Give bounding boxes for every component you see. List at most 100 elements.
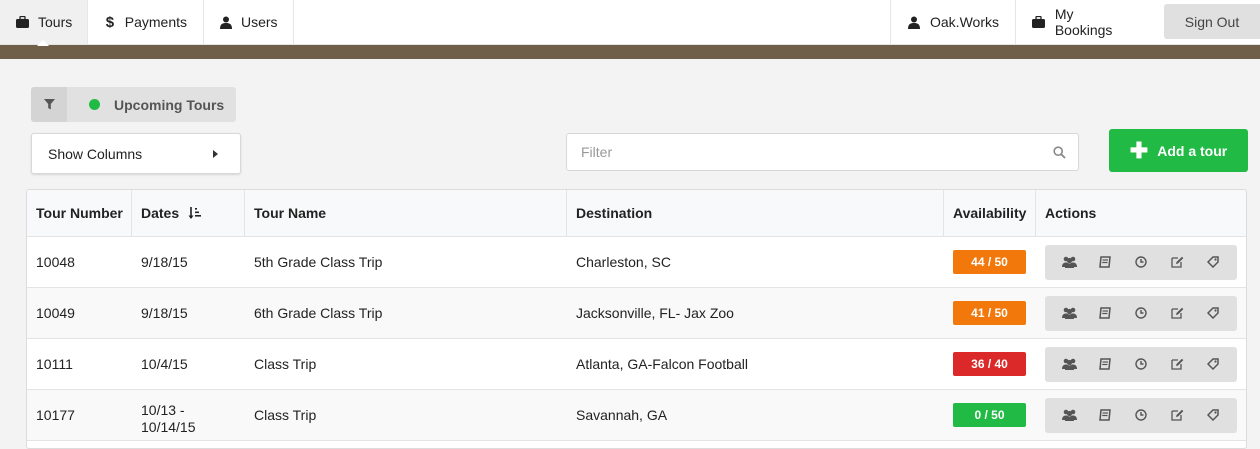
row-actions <box>1045 295 1237 331</box>
nav-users-label: Users <box>241 14 278 30</box>
dollar-icon: $ <box>105 13 115 31</box>
book-icon[interactable] <box>1094 302 1116 324</box>
users-icon[interactable] <box>1058 404 1080 426</box>
nav-account-label: Oak.Works <box>930 14 999 30</box>
users-icon[interactable] <box>1058 302 1080 324</box>
tag-icon[interactable] <box>1202 404 1224 426</box>
tag-icon[interactable] <box>1202 353 1224 375</box>
active-tab-indicator <box>37 40 49 46</box>
table-row[interactable]: 10111 10/4/15 Class Trip Atlanta, GA-Falcon… <box>27 339 1246 390</box>
availability-badge: 36 / 40 <box>953 352 1026 376</box>
user-icon <box>907 15 921 29</box>
actions-cell <box>1036 339 1246 389</box>
nav-payments-label: Payments <box>124 14 187 30</box>
show-columns-dropdown[interactable]: Show Columns <box>31 133 241 174</box>
show-columns-label: Show Columns <box>48 145 143 162</box>
dates-cell: 9/18/15 <box>141 305 188 321</box>
actions-cell <box>1036 237 1246 287</box>
book-icon[interactable] <box>1094 251 1116 273</box>
tour-number-cell: 10048 <box>36 254 75 270</box>
plus-icon: ✚ <box>1129 137 1149 163</box>
col-tour-name[interactable]: Tour Name <box>245 190 567 236</box>
dates-line: 10/14/15 <box>141 419 196 435</box>
sign-out-button[interactable]: Sign Out <box>1164 4 1260 39</box>
users-icon[interactable] <box>1058 251 1080 273</box>
top-nav: Tours $ Payments Users Oak.Works My Book… <box>0 0 1260 45</box>
row-actions <box>1045 244 1237 280</box>
upcoming-tours-filter[interactable]: Upcoming Tours <box>31 87 236 122</box>
col-dates-label: Dates <box>141 205 180 221</box>
briefcase-icon <box>1032 15 1046 29</box>
col-tour-number[interactable]: Tour Number <box>27 190 132 236</box>
book-icon[interactable] <box>1094 353 1116 375</box>
row-actions <box>1045 397 1237 433</box>
dates-cell: 10/13 -10/14/15 <box>132 390 245 440</box>
table-row[interactable]: 10177 10/13 -10/14/15 Class Trip Savannah, … <box>27 390 1246 441</box>
dates-line: 10/13 - <box>141 402 185 418</box>
edit-icon[interactable] <box>1166 302 1188 324</box>
tour-name-cell: 5th Grade Class Trip <box>254 254 383 270</box>
user-icon <box>220 15 232 29</box>
nav-account[interactable]: Oak.Works <box>890 0 1015 44</box>
status-dot <box>89 99 100 110</box>
table-row[interactable]: 10048 9/18/15 5th Grade Class Trip Charlest… <box>27 237 1246 288</box>
col-dates[interactable]: Dates <box>132 190 245 236</box>
nav-payments[interactable]: $ Payments <box>88 0 204 44</box>
tour-number-cell: 10111 <box>36 356 73 372</box>
dates-text: 10/13 -10/14/15 <box>141 402 196 436</box>
nav-tours[interactable]: Tours <box>0 0 88 44</box>
nav-my-bookings-label: My Bookings <box>1054 6 1113 38</box>
destination-cell: Charleston, SC <box>576 254 671 270</box>
tour-name-cell: 6th Grade Class Trip <box>254 305 383 321</box>
tag-icon[interactable] <box>1202 251 1224 273</box>
destination-cell: Savannah, GA <box>576 407 668 423</box>
users-icon[interactable] <box>1058 353 1080 375</box>
clock-icon[interactable] <box>1130 353 1152 375</box>
edit-icon[interactable] <box>1166 353 1188 375</box>
tours-table: Tour Number Dates Tour Name Destination … <box>26 189 1247 449</box>
availability-cell: 41 / 50 <box>944 288 1036 338</box>
filter-input[interactable]: Filter <box>566 133 1079 171</box>
destination-cell: Jacksonville, FL- Jax Zoo <box>576 305 734 321</box>
tour-name-cell: Class Trip <box>254 356 317 372</box>
destination-cell: Atlanta, GA-Falcon Football <box>576 356 748 372</box>
actions-cell <box>1036 390 1246 440</box>
clock-icon[interactable] <box>1130 251 1152 273</box>
availability-badge: 0 / 50 <box>953 403 1026 427</box>
nav-my-bookings[interactable]: My Bookings <box>1015 0 1150 44</box>
tag-icon[interactable] <box>1202 302 1224 324</box>
availability-badge: 44 / 50 <box>953 250 1026 274</box>
filter-placeholder: Filter <box>581 144 613 160</box>
caret-right-icon <box>213 150 218 158</box>
sort-icon[interactable] <box>188 206 202 220</box>
row-actions <box>1045 346 1237 382</box>
availability-cell: 44 / 50 <box>944 237 1036 287</box>
header-bar <box>0 45 1260 59</box>
nav-users[interactable]: Users <box>204 0 294 44</box>
tour-number-cell: 10177 <box>36 407 75 423</box>
book-icon[interactable] <box>1094 404 1116 426</box>
add-tour-label: Add a tour <box>1157 142 1228 159</box>
table-row[interactable]: 10049 9/18/15 6th Grade Class Trip Jacksonv… <box>27 288 1246 339</box>
actions-cell <box>1036 288 1246 338</box>
dates-cell: 9/18/15 <box>141 254 188 270</box>
search-icon <box>1053 146 1066 162</box>
col-availability[interactable]: Availability <box>944 190 1036 236</box>
filter-icon[interactable] <box>31 87 67 122</box>
nav-tours-label: Tours <box>38 14 73 30</box>
availability-cell: 0 / 50 <box>944 390 1036 440</box>
dates-cell: 10/4/15 <box>141 356 188 372</box>
table-header: Tour Number Dates Tour Name Destination … <box>27 190 1246 237</box>
edit-icon[interactable] <box>1166 404 1188 426</box>
availability-badge: 41 / 50 <box>953 301 1026 325</box>
clock-icon[interactable] <box>1130 404 1152 426</box>
clock-icon[interactable] <box>1130 302 1152 324</box>
col-destination[interactable]: Destination <box>567 190 944 236</box>
upcoming-tours-label: Upcoming Tours <box>114 96 225 113</box>
availability-cell: 36 / 40 <box>944 339 1036 389</box>
briefcase-icon <box>16 15 29 29</box>
tour-name-cell: Class Trip <box>254 407 317 423</box>
add-tour-button[interactable]: ✚ Add a tour <box>1109 129 1248 172</box>
tour-number-cell: 10049 <box>36 305 75 321</box>
edit-icon[interactable] <box>1166 251 1188 273</box>
